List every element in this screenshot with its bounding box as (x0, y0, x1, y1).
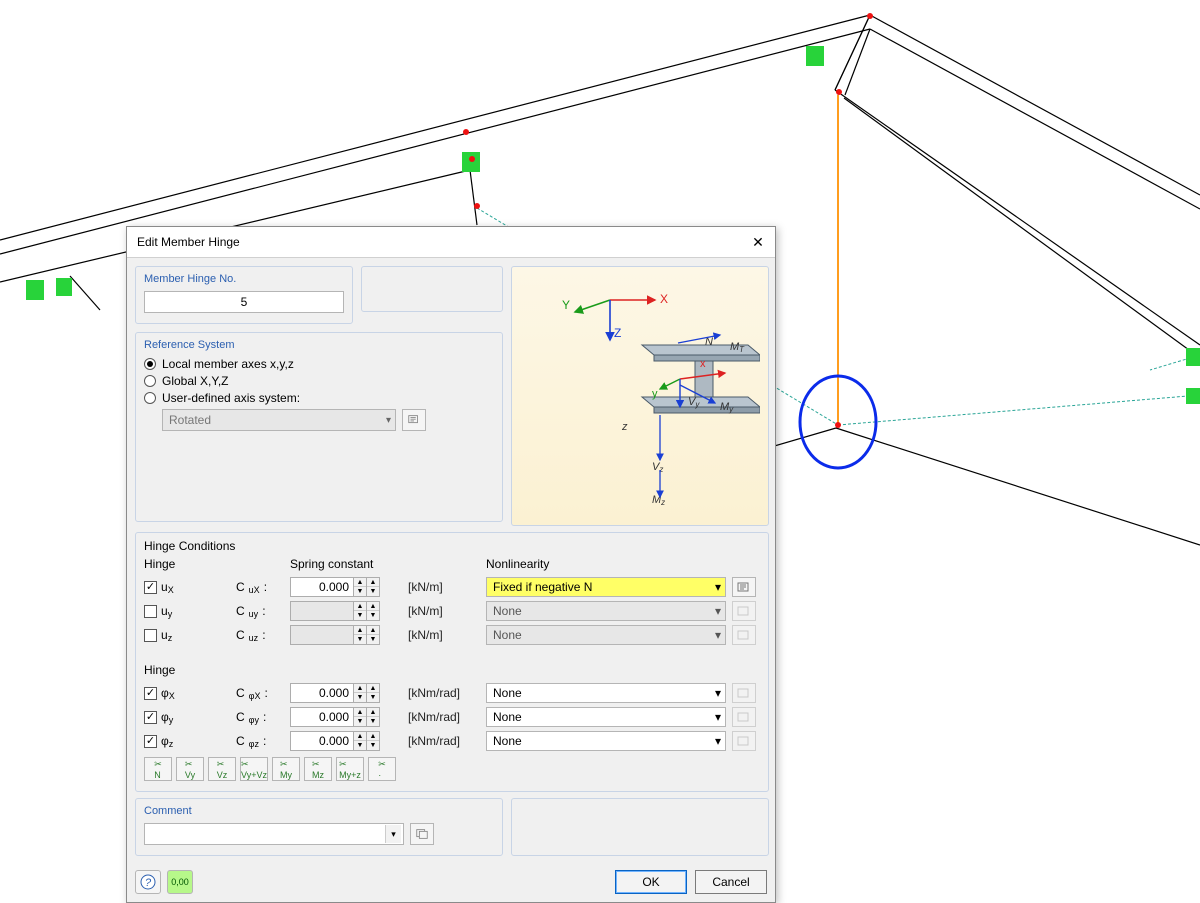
close-icon[interactable]: ✕ (749, 233, 767, 251)
axis-preview: X Y Z (511, 266, 769, 526)
help-button[interactable]: ? (135, 870, 161, 894)
tool-my[interactable]: ✂My (272, 757, 300, 781)
tool-n[interactable]: ✂N (144, 757, 172, 781)
svg-text:Vz: Vz (652, 461, 663, 474)
nonlinearity-phiz-select[interactable]: None▾ (486, 731, 726, 751)
nonlinearity-ux-edit[interactable] (732, 577, 756, 597)
tool-vz[interactable]: ✂Vz (208, 757, 236, 781)
spring-cphiy-field[interactable]: 0.000▲▼▲▼ (290, 707, 402, 727)
spring-cux-field[interactable]: 0.000▲▼▲▼ (290, 577, 402, 597)
comment-combo[interactable]: ▾ (144, 823, 404, 845)
hinge-phiz-checkbox[interactable]: φz (144, 734, 230, 748)
tool-mz[interactable]: ✂Mz (304, 757, 332, 781)
svg-text:z: z (621, 421, 628, 433)
hinge-uy-checkbox[interactable]: uy (144, 604, 230, 618)
nonlinearity-phix-select[interactable]: None▾ (486, 683, 726, 703)
edit-member-hinge-dialog: Edit Member Hinge ✕ Member Hinge No. 5 R… (126, 226, 776, 903)
units-button[interactable]: 0,00 (167, 870, 193, 894)
cancel-button[interactable]: Cancel (695, 870, 767, 894)
nonlinearity-phiy-edit (732, 707, 756, 727)
hinge-ux-checkbox[interactable]: uX (144, 580, 230, 594)
nonlinearity-phiz-edit (732, 731, 756, 751)
tool-clear[interactable]: ✂· (368, 757, 396, 781)
secondary-panel (361, 266, 503, 312)
spring-cuz-field: ▲▼▲▼ (290, 625, 402, 645)
spring-cphiz-field[interactable]: 0.000▲▼▲▼ (290, 731, 402, 751)
hinge-conditions-label: Hinge Conditions (144, 539, 760, 553)
spring-cux-label: CuX : (236, 580, 284, 594)
hinge-phiy-checkbox[interactable]: φy (144, 710, 230, 724)
secondary-comment-panel (511, 798, 769, 856)
svg-text:?: ? (145, 877, 152, 889)
nonlinearity-uy-select: None▾ (486, 601, 726, 621)
nonlinearity-uy-edit (732, 601, 756, 621)
svg-text:Y: Y (562, 298, 570, 312)
member-hinge-no-label: Member Hinge No. (144, 273, 344, 285)
hinge-uz-checkbox[interactable]: uz (144, 628, 230, 642)
ok-button[interactable]: OK (615, 870, 687, 894)
svg-text:x: x (700, 358, 706, 370)
svg-text:X: X (660, 292, 668, 306)
comment-pick-button[interactable] (410, 823, 434, 845)
user-axis-select: Rotated▾ (162, 409, 396, 431)
tool-vy[interactable]: ✂Vy (176, 757, 204, 781)
member-hinge-no-field[interactable]: 5 (144, 291, 344, 313)
scissors-toolbar: ✂N ✂Vy ✂Vz ✂Vy+Vz ✂My ✂Mz ✂My+z ✂· (144, 757, 760, 781)
col-spring-label: Spring constant (290, 557, 480, 571)
spring-cuy-field: ▲▼▲▼ (290, 601, 402, 621)
nonlinearity-phix-edit (732, 683, 756, 703)
nonlinearity-uz-select: None▾ (486, 625, 726, 645)
radio-user-axes[interactable]: User-defined axis system: (144, 391, 494, 405)
dialog-title: Edit Member Hinge (137, 235, 240, 249)
svg-text:Mz: Mz (652, 494, 665, 507)
radio-global-axes[interactable]: Global X,Y,Z (144, 374, 494, 388)
tool-vyvz[interactable]: ✂Vy+Vz (240, 757, 268, 781)
nonlinearity-uz-edit (732, 625, 756, 645)
spring-cphix-field[interactable]: 0.000▲▼▲▼ (290, 683, 402, 703)
hinge-phix-checkbox[interactable]: φX (144, 686, 230, 700)
radio-local-axes[interactable]: Local member axes x,y,z (144, 357, 494, 371)
svg-text:y: y (652, 388, 658, 400)
unit-label: [kN/m] (408, 580, 480, 594)
reference-system-label: Reference System (144, 339, 494, 351)
col-hinge-label: Hinge (144, 557, 230, 571)
nonlinearity-phiy-select[interactable]: None▾ (486, 707, 726, 727)
svg-text:MT: MT (730, 341, 745, 354)
nonlinearity-ux-select[interactable]: Fixed if negative N▾ (486, 577, 726, 597)
svg-text:Z: Z (614, 326, 621, 340)
edit-axis-button (402, 409, 426, 431)
tool-mymz[interactable]: ✂My+z (336, 757, 364, 781)
col-nonlinearity-label: Nonlinearity (486, 557, 726, 571)
comment-label: Comment (144, 805, 494, 817)
hinge-ux-label: uX (161, 580, 174, 594)
